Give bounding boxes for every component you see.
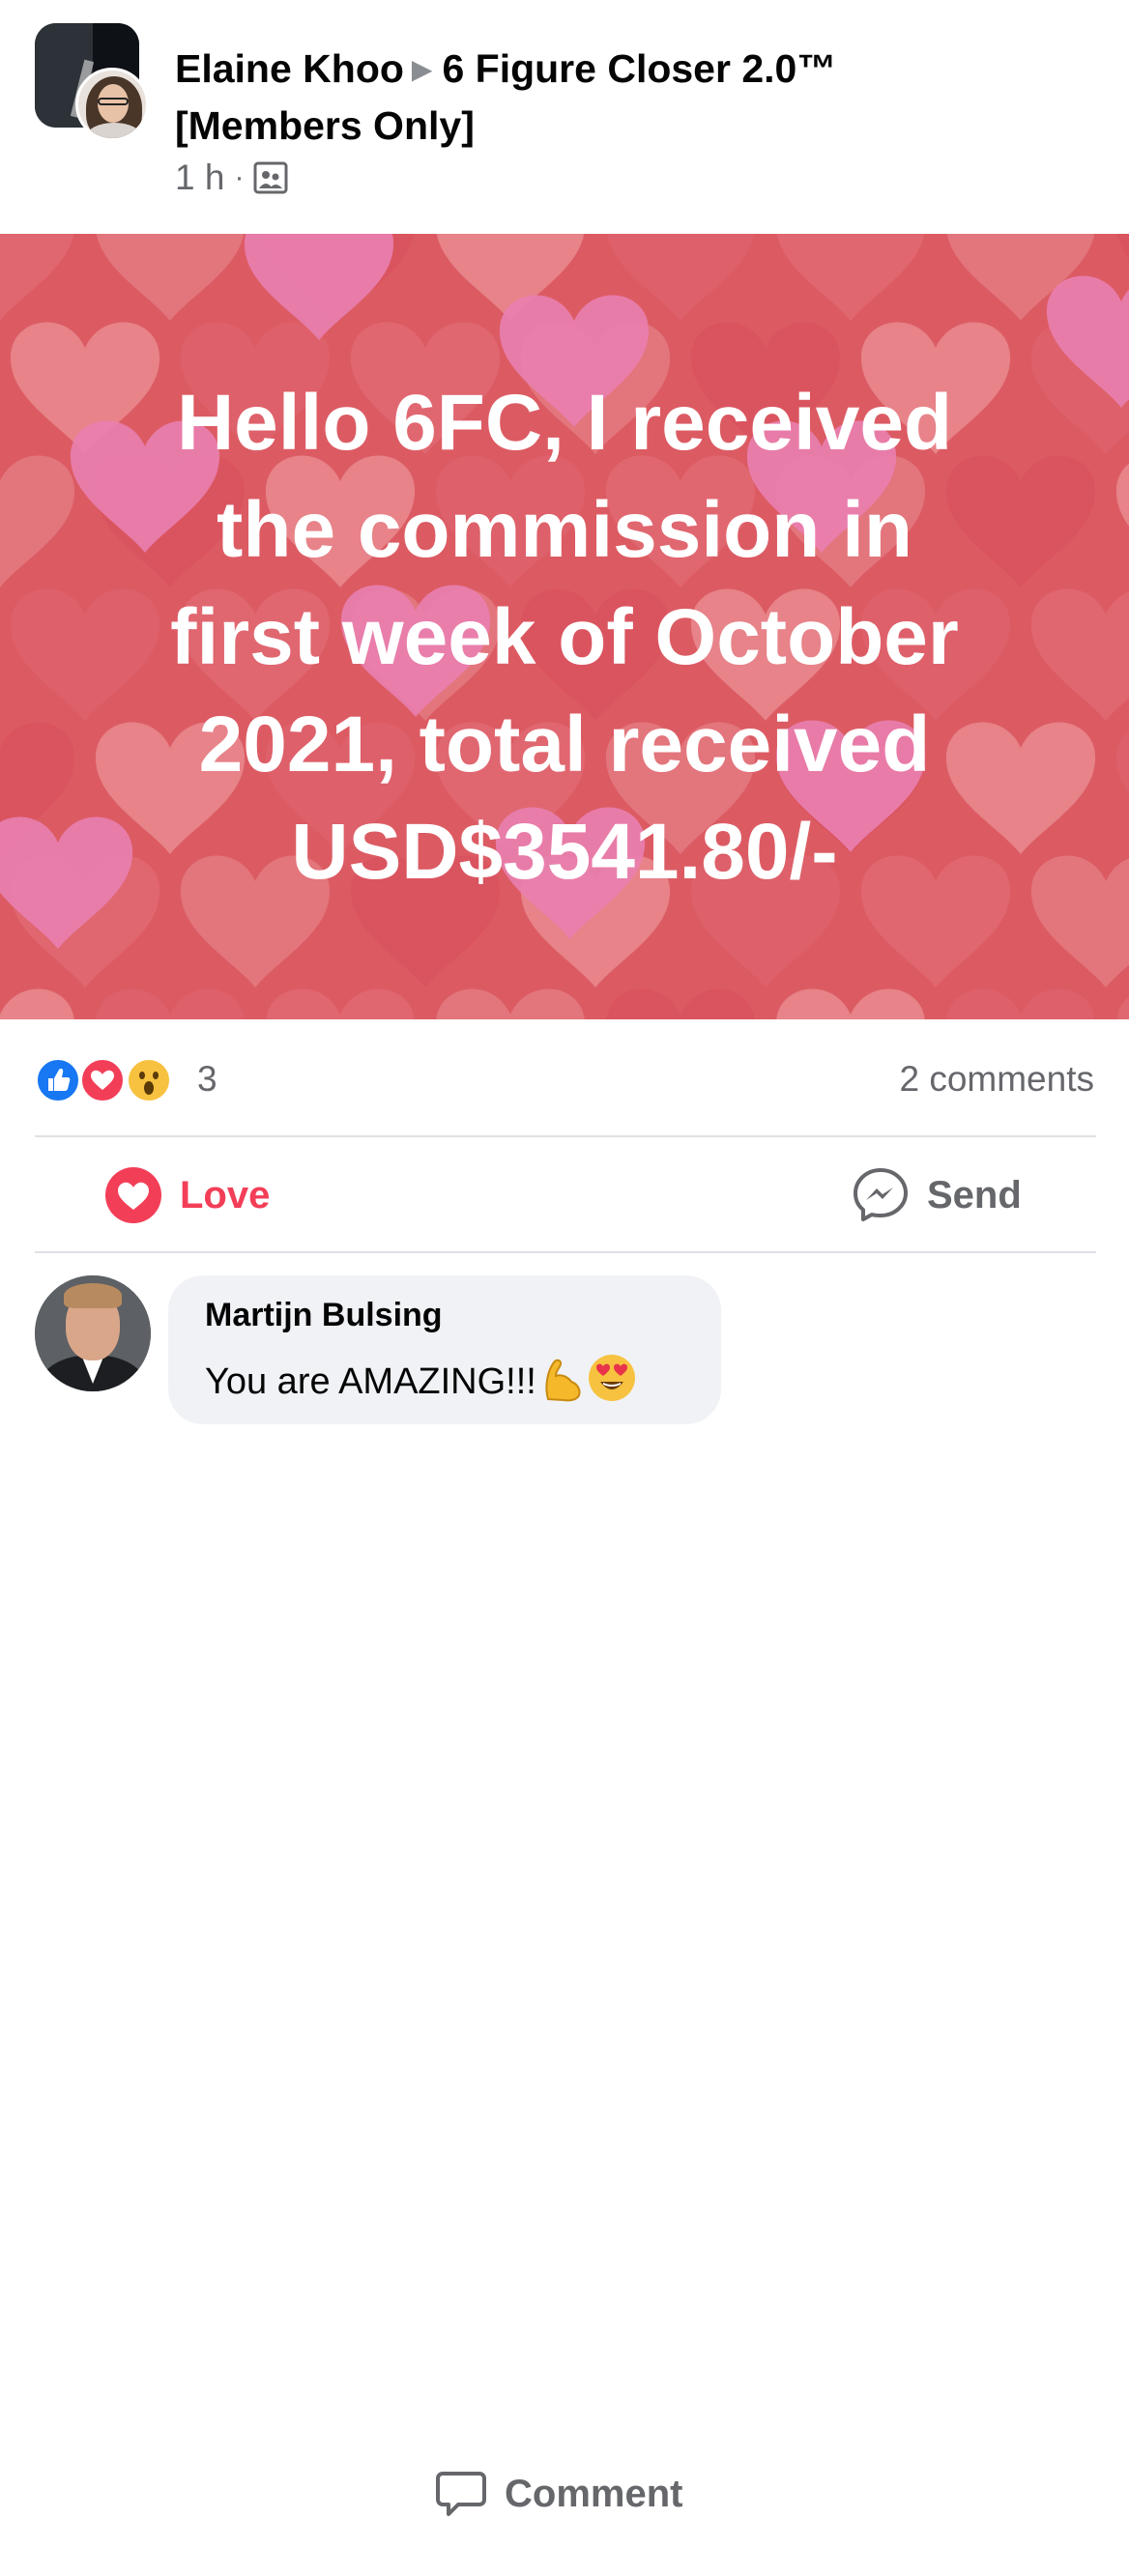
heart-shape: [0, 988, 75, 1019]
love-label: Love: [180, 1173, 271, 1216]
image-text-line: Hello 6FC, I received: [176, 379, 953, 467]
group-name[interactable]: 6 Figure Closer 2.0™: [442, 46, 836, 91]
heart-shape-pink: [244, 234, 394, 341]
reaction-icons[interactable]: [35, 1057, 180, 1105]
heart-shape: [775, 234, 926, 322]
heart-shape: [1115, 988, 1129, 1019]
group-name-line2[interactable]: [Members Only]: [175, 103, 475, 148]
post-image[interactable]: Hello 6FC, I received the commission in …: [0, 234, 1129, 1019]
commenter-name[interactable]: Martijn Bulsing: [205, 1297, 443, 1334]
comment-text: You are AMAZING!!!: [205, 1353, 637, 1413]
author-name[interactable]: Elaine Khoo: [175, 46, 404, 91]
image-text-line: USD$3541.80/-: [291, 808, 838, 896]
commenter-avatar[interactable]: [35, 1275, 151, 1391]
image-text-line: first week of October: [170, 593, 959, 681]
caret-right-icon: ▶: [411, 54, 433, 84]
post-image-text: Hello 6FC, I received the commission in …: [0, 369, 1129, 905]
heart-shape: [0, 234, 75, 322]
comment-bubble[interactable]: Martijn Bulsing You are AMAZING!!!: [168, 1275, 721, 1424]
reactions-bar: 3 2 comments: [35, 1053, 1094, 1111]
send-label: Send: [927, 1173, 1022, 1216]
send-button[interactable]: Send: [852, 1138, 1022, 1252]
post-header: Elaine Khoo ▶ 6 Figure Closer 2.0™ [Member…: [0, 0, 1129, 234]
reaction-count[interactable]: 3: [197, 1059, 217, 1100]
divider: [35, 1251, 1096, 1253]
heart-shape: [605, 988, 756, 1019]
love-icon: [79, 1057, 126, 1103]
wow-icon: [126, 1057, 172, 1103]
post-title: Elaine Khoo ▶ 6 Figure Closer 2.0™ [Member…: [175, 41, 1045, 155]
heart-shape: [265, 988, 416, 1019]
love-icon: [105, 1167, 161, 1223]
post-actions: Love Comment Send: [35, 1138, 1096, 2516]
image-text-line: 2021, total received: [198, 701, 931, 788]
comment-count[interactable]: 2 comments: [899, 1059, 1094, 1100]
group-members-icon[interactable]: [253, 160, 288, 195]
comment-icon: [436, 2472, 486, 2516]
flexed-biceps-icon: [540, 1357, 583, 1413]
heart-shape: [775, 988, 926, 1019]
comment-button[interactable]: Comment: [435, 2412, 1129, 2576]
comment-label: Comment: [505, 2472, 683, 2515]
like-icon: [35, 1057, 81, 1103]
heart-eyes-icon: [587, 1353, 637, 1413]
post-meta: 1 h ·: [175, 157, 288, 199]
meta-separator: ·: [234, 161, 245, 193]
comment-item: Martijn Bulsing You are AMAZING!!!: [35, 1274, 1098, 1438]
author-avatar[interactable]: [75, 68, 149, 141]
heart-shape: [945, 988, 1096, 1019]
heart-shape: [435, 988, 586, 1019]
heart-shape: [95, 234, 246, 322]
image-text-line: the commission in: [217, 486, 912, 574]
comment-body: You are AMAZING!!!: [205, 1361, 536, 1402]
post-timestamp[interactable]: 1 h: [175, 157, 224, 198]
heart-shape: [95, 988, 246, 1019]
messenger-icon: [854, 1168, 908, 1221]
divider: [35, 1135, 1096, 1137]
love-button[interactable]: Love: [104, 1138, 270, 1252]
